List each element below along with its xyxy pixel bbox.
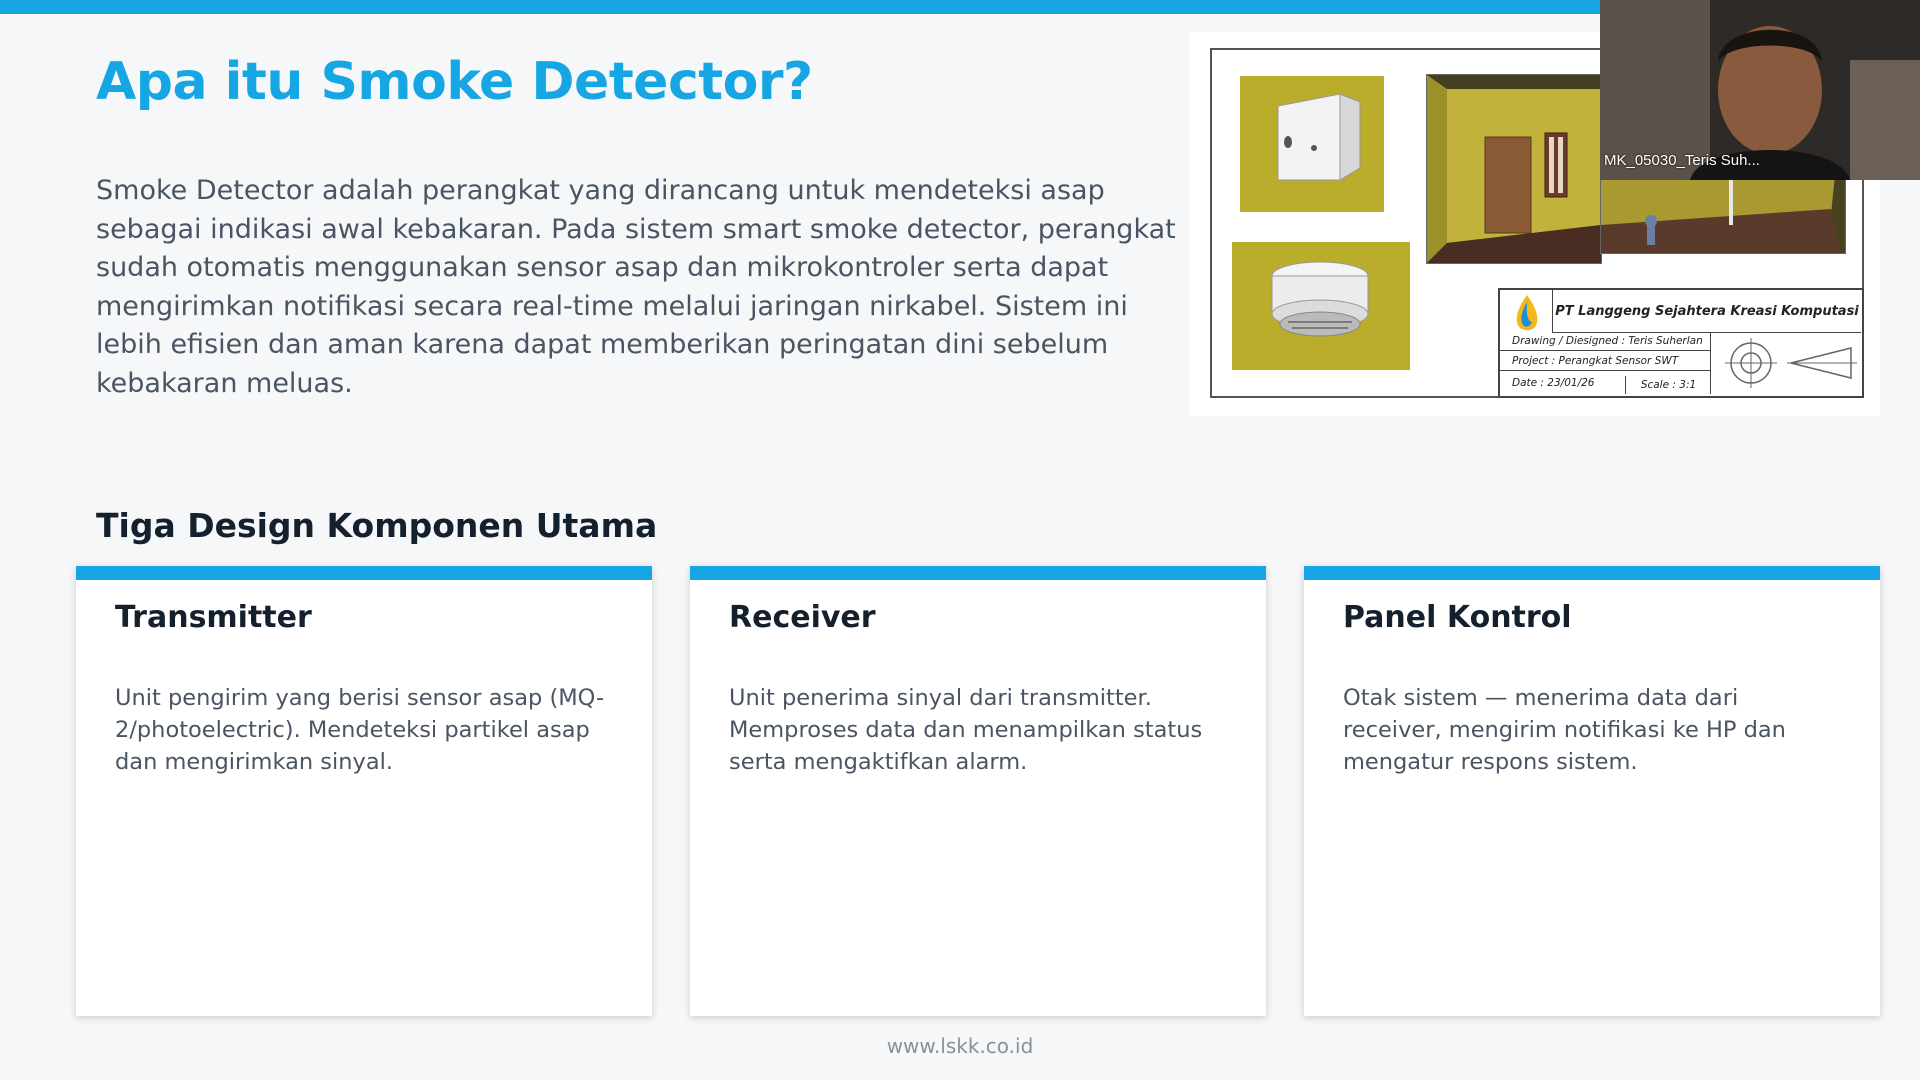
- cylinder-sensor-illustration: [1232, 242, 1410, 370]
- receiver-render: [1232, 242, 1410, 370]
- card-description: Otak sistem — menerima data dari receive…: [1343, 685, 1786, 775]
- card-title: Receiver: [729, 600, 876, 635]
- card-title: Transmitter: [115, 600, 312, 635]
- component-card-receiver: Receiver Unit penerima sinyal dari trans…: [690, 566, 1266, 1016]
- drawing-designer: Drawing / Diesigned : Teris Suherlan: [1500, 332, 1710, 351]
- room-render-left: [1426, 74, 1602, 264]
- card-title: Panel Kontrol: [1343, 600, 1572, 635]
- projection-symbol-icon: [1710, 332, 1861, 394]
- card-accent-bar: [76, 566, 652, 580]
- card-description: Unit pengirim yang berisi sensor asap (M…: [115, 685, 605, 775]
- card-accent-bar: [1304, 566, 1880, 580]
- card-accent-bar: [690, 566, 1266, 580]
- transmitter-box-illustration: [1240, 76, 1384, 212]
- footer-website: www.lskk.co.id: [886, 1034, 1034, 1058]
- section-title: Tiga Design Komponen Utama: [96, 506, 658, 545]
- webcam-video-tile[interactable]: MK_05030_Teris Suh...: [1600, 0, 1920, 180]
- intro-paragraph: Smoke Detector adalah perangkat yang dir…: [96, 175, 1176, 399]
- drawing-title-block: PT Langgeng Sejahtera Kreasi Komputasi D…: [1498, 288, 1864, 398]
- slide-title: Apa itu Smoke Detector?: [96, 52, 813, 112]
- participant-name-label: MK_05030_Teris Suh...: [1604, 152, 1760, 169]
- component-card-transmitter: Transmitter Unit pengirim yang berisi se…: [76, 566, 652, 1016]
- drawing-scale: Scale : 3:1: [1625, 376, 1711, 394]
- transmitter-render: [1240, 76, 1384, 212]
- component-card-panel-kontrol: Panel Kontrol Otak sistem — menerima dat…: [1304, 566, 1880, 1016]
- room-interior-illustration: [1427, 75, 1601, 263]
- drawing-project: Project : Perangkat Sensor SWT: [1500, 352, 1710, 371]
- company-logo-icon: [1516, 295, 1538, 331]
- drawing-company-name: PT Langgeng Sejahtera Kreasi Komputasi: [1552, 290, 1861, 333]
- card-description: Unit penerima sinyal dari transmitter. M…: [729, 685, 1203, 775]
- presentation-slide: Apa itu Smoke Detector? Smoke Detector a…: [0, 0, 1920, 1080]
